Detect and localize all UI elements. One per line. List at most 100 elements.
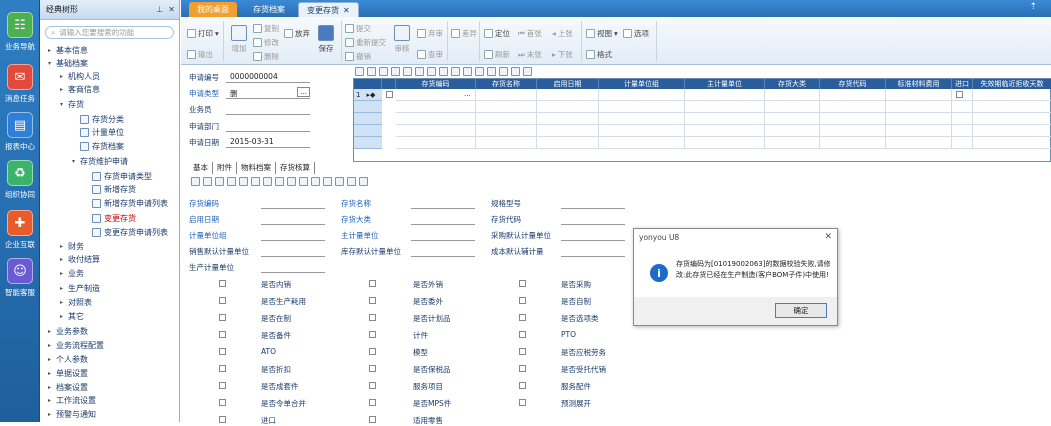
tree-item[interactable]: 存货分类 — [72, 113, 124, 126]
grid-cell[interactable] — [537, 137, 599, 149]
grid-cell[interactable] — [476, 113, 537, 125]
option-checkbox[interactable] — [519, 348, 526, 355]
expand-arrow-icon[interactable]: ▸ — [48, 411, 56, 418]
option-checkbox[interactable] — [519, 382, 526, 389]
option-checkbox[interactable] — [519, 365, 526, 372]
tree-item[interactable]: 存货申请类型 — [84, 170, 152, 183]
type-lookup-button[interactable]: ... — [297, 87, 310, 97]
grid-cell[interactable] — [886, 125, 952, 137]
field-input[interactable] — [561, 240, 625, 241]
grid-cell[interactable] — [820, 137, 886, 149]
grid-cell[interactable] — [973, 113, 1051, 125]
grid-cell[interactable] — [765, 137, 820, 149]
grid-cell[interactable] — [537, 113, 599, 125]
tool-icon[interactable] — [439, 67, 448, 76]
collapse-icon[interactable]: ⇡ — [1029, 2, 1037, 12]
tool-icon[interactable] — [523, 67, 532, 76]
expand-arrow-icon[interactable]: ▸ — [60, 243, 68, 250]
tool-icon[interactable] — [215, 177, 224, 186]
expand-arrow-icon[interactable]: ▸ — [60, 285, 68, 292]
grid-column-header[interactable]: 进口 — [952, 79, 973, 89]
grid-cell[interactable] — [886, 89, 952, 101]
module-support[interactable]: ☺ 智能客服 — [0, 258, 40, 298]
date-value[interactable]: 2015-03-31 — [230, 137, 274, 146]
option-checkbox[interactable] — [369, 399, 376, 406]
tool-icon[interactable] — [239, 177, 248, 186]
copy-button[interactable]: 复制 — [253, 23, 279, 34]
option-checkbox[interactable] — [369, 382, 376, 389]
field-input[interactable] — [261, 240, 325, 241]
option-checkbox[interactable] — [219, 348, 226, 355]
expand-arrow-icon[interactable]: ▸ — [60, 86, 68, 93]
tool-icon[interactable] — [359, 177, 368, 186]
grid-cell[interactable] — [820, 113, 886, 125]
tool-icon[interactable] — [511, 67, 520, 76]
tree-item[interactable]: ▸ 其它 — [60, 310, 84, 323]
grid-cell[interactable] — [765, 125, 820, 137]
prev-button[interactable]: ◂ 上张 — [552, 28, 573, 39]
ok-button[interactable]: 确定 — [775, 303, 827, 318]
pin-icon[interactable]: ⊥ — [156, 5, 163, 14]
tool-icon[interactable] — [487, 67, 496, 76]
tree-item[interactable]: ▾ 存货维护申请 — [72, 155, 128, 168]
expand-arrow-icon[interactable]: ▸ — [60, 299, 68, 306]
option-checkbox[interactable] — [369, 314, 376, 321]
print-button[interactable]: 打印 ▾ — [187, 28, 219, 39]
tool-icon[interactable] — [403, 67, 412, 76]
tree-item[interactable]: ▸ 个人参数 — [48, 353, 88, 366]
option-checkbox[interactable] — [219, 399, 226, 406]
grid-cell[interactable] — [685, 89, 765, 101]
row-select-checkbox[interactable] — [386, 91, 393, 98]
tree-item[interactable]: ▸ 收付结算 — [60, 253, 100, 266]
field-input[interactable] — [411, 224, 475, 225]
grid-row-number[interactable]: 1 ▸◆ — [354, 89, 382, 101]
tool-icon[interactable] — [275, 177, 284, 186]
option-checkbox[interactable] — [369, 331, 376, 338]
grid-column-header[interactable]: 启用日期 — [537, 79, 599, 89]
grid-column-header[interactable]: 存货编码 — [396, 79, 476, 89]
grid-cell[interactable] — [685, 101, 765, 113]
view-button[interactable]: 视图 ▾ — [586, 28, 618, 39]
tab-change-inventory[interactable]: 变更存货 ✕ — [298, 2, 359, 17]
expand-arrow-icon[interactable]: ▸ — [60, 313, 68, 320]
add-button[interactable]: 增加 — [228, 25, 250, 54]
tool-icon[interactable] — [191, 177, 200, 186]
field-input[interactable] — [411, 256, 475, 257]
field-input[interactable] — [561, 208, 625, 209]
option-checkbox[interactable] — [369, 280, 376, 287]
field-input[interactable] — [261, 208, 325, 209]
option-checkbox[interactable] — [219, 280, 226, 287]
tree-item[interactable]: ▸ 对照表 — [60, 296, 92, 309]
reject-button[interactable]: 弃审 — [417, 28, 443, 39]
tree-item[interactable]: ▸ 档案设置 — [48, 381, 88, 394]
next-button[interactable]: ▸ 下张 — [552, 49, 573, 60]
resubmit-button[interactable]: 重新提交 — [345, 37, 386, 48]
approve-button[interactable]: 审核 — [391, 25, 413, 54]
tree-item[interactable]: 新增存货申请列表 — [84, 197, 168, 210]
tree-item[interactable]: ▸ 业务 — [60, 267, 84, 280]
option-checkbox[interactable] — [219, 314, 226, 321]
grid-cell[interactable] — [973, 101, 1051, 113]
option-checkbox[interactable] — [519, 314, 526, 321]
tab-close-icon[interactable]: ✕ — [343, 6, 350, 15]
subtab-accounting[interactable]: 存货核算 — [276, 162, 315, 174]
locate-button[interactable]: 定位 — [484, 28, 510, 39]
grid-cell[interactable] — [973, 137, 1051, 149]
grid-cell[interactable] — [599, 89, 685, 101]
tool-icon[interactable] — [367, 67, 376, 76]
grid-cell[interactable] — [537, 125, 599, 137]
module-messages[interactable]: ✉ 消息任务 — [0, 64, 40, 104]
grid-cell[interactable] — [396, 101, 476, 113]
tool-icon[interactable] — [415, 67, 424, 76]
tree-item[interactable]: 存货档案 — [72, 140, 124, 153]
grid-cell[interactable] — [685, 137, 765, 149]
tool-icon[interactable] — [347, 177, 356, 186]
grid-column-header[interactable]: 存货大类 — [765, 79, 820, 89]
tree-item[interactable]: 变更存货申请列表 — [84, 226, 168, 239]
tool-icon[interactable] — [203, 177, 212, 186]
grid-cell[interactable] — [952, 113, 973, 125]
expand-arrow-icon[interactable]: ▸ — [48, 384, 56, 391]
subtab-basic[interactable]: 基本 — [189, 162, 213, 174]
grid-cell[interactable] — [396, 137, 476, 149]
grid-cell[interactable] — [820, 101, 886, 113]
